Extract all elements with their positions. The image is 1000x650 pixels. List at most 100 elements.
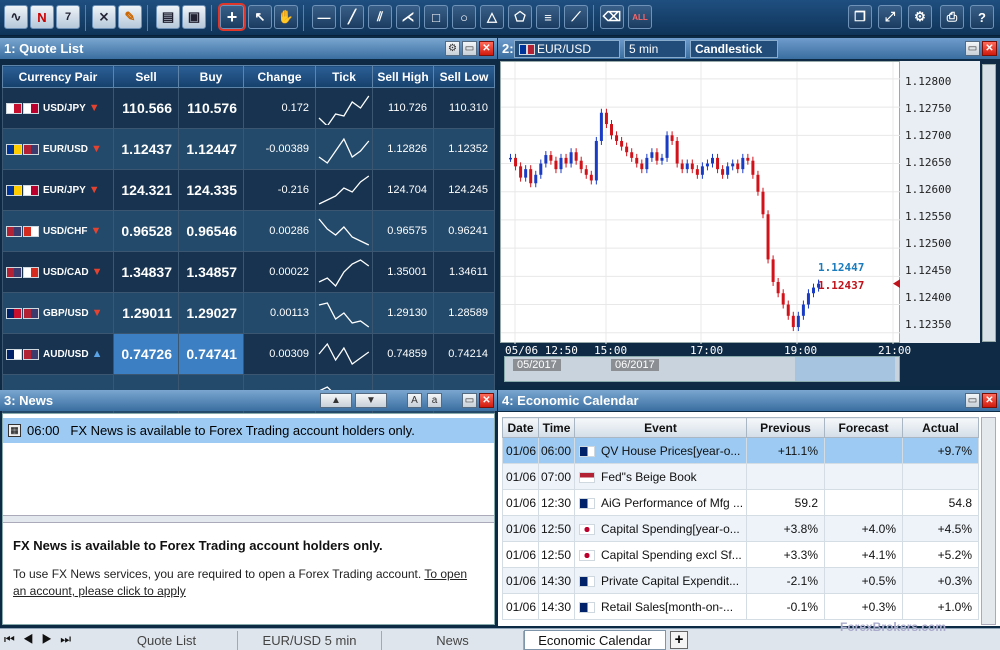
- erase-all-icon[interactable]: ALL: [628, 5, 652, 29]
- bottom-tab[interactable]: EUR/USD 5 min: [238, 631, 382, 650]
- calendar-col-header[interactable]: Actual: [902, 417, 979, 438]
- font-increase-icon[interactable]: A: [407, 393, 422, 408]
- calendar-col-header[interactable]: Forecast: [824, 417, 903, 438]
- calendar-row[interactable]: 01/06 14:30 Retail Sales[month-on-... -0.1%…: [502, 593, 979, 620]
- quote-row[interactable]: EUR/USD ▼ 1.12437 1.12447 -0.00389 1.12826 1.1…: [2, 128, 495, 170]
- calendar-row[interactable]: 01/06 12:50 Capital Spending excl Sf... +3.…: [502, 541, 979, 568]
- calendar-scrollbar[interactable]: [981, 417, 996, 625]
- fib-icon[interactable]: ⋌: [396, 5, 420, 29]
- channel-icon[interactable]: ⫽: [368, 5, 392, 29]
- calendar-col-header[interactable]: Previous: [746, 417, 825, 438]
- bottom-tab[interactable]: News: [382, 631, 524, 650]
- buy-price[interactable]: 0.96546: [178, 210, 244, 252]
- eraser-icon[interactable]: ⌫: [600, 5, 624, 29]
- sell-price[interactable]: 110.566: [113, 87, 179, 129]
- quote-col-header[interactable]: Sell: [113, 65, 179, 88]
- panel-close-icon[interactable]: ✕: [479, 41, 494, 56]
- bottom-tab[interactable]: Quote List: [96, 631, 238, 650]
- calendar-maximize-icon[interactable]: ▭: [965, 393, 980, 408]
- calendar-col-header[interactable]: Date: [502, 417, 539, 438]
- page-nav-icons[interactable]: ⏮◀▶⏭: [4, 632, 79, 647]
- horizontal-line-icon[interactable]: —: [312, 5, 336, 29]
- chart-scrollbar[interactable]: [982, 64, 996, 342]
- indicator-icon[interactable]: ⨯: [92, 5, 116, 29]
- calendar-col-header[interactable]: Time: [538, 417, 575, 438]
- buy-price[interactable]: 1.29027: [178, 292, 244, 334]
- rectangle-icon[interactable]: □: [424, 5, 448, 29]
- sell-price[interactable]: 0.74726: [113, 333, 179, 375]
- interval-select[interactable]: 5 min: [624, 40, 686, 58]
- trading-app: ∿ N 7 ⨯ ✎ ▤ ▣ + ↖ ✋ — ╱ ⫽ ⋌ □ ○ △ ⬠ ≡ ⟋ …: [0, 0, 1000, 650]
- quote-row[interactable]: AUD/USD ▲ 0.74726 0.74741 0.00309 0.74859 0.74…: [2, 333, 495, 375]
- quote-col-header[interactable]: Tick: [315, 65, 373, 88]
- news-splitter[interactable]: [3, 515, 494, 523]
- chart-plot-area[interactable]: [500, 61, 901, 344]
- sell-price[interactable]: 124.321: [113, 169, 179, 211]
- quote-col-header[interactable]: Sell High: [372, 65, 434, 88]
- news-up-icon[interactable]: ▲: [320, 393, 352, 408]
- calendar-row[interactable]: 01/06 14:30 Private Capital Expendit... -2.…: [502, 567, 979, 594]
- quote-row[interactable]: USD/CAD ▼ 1.34837 1.34857 0.00022 1.35001 1.34…: [2, 251, 495, 293]
- sell-price[interactable]: 1.34837: [113, 251, 179, 293]
- hand-icon[interactable]: ✋: [274, 5, 298, 29]
- chart-maximize-icon[interactable]: ▭: [965, 41, 980, 56]
- properties-icon[interactable]: ▤: [156, 5, 180, 29]
- print-icon[interactable]: ⎙: [940, 5, 964, 29]
- news-maximize-icon[interactable]: ▭: [462, 393, 477, 408]
- chart-close-icon[interactable]: ✕: [982, 41, 997, 56]
- quote-row[interactable]: USD/JPY ▼ 110.566 110.576 0.172 110.726 110.31…: [2, 87, 495, 129]
- help-icon[interactable]: ?: [970, 5, 994, 29]
- buy-price[interactable]: 0.74741: [178, 333, 244, 375]
- quote-col-header[interactable]: Change: [243, 65, 316, 88]
- pointer-icon[interactable]: ↖: [248, 5, 272, 29]
- quote-row[interactable]: GBP/USD ▼ 1.29011 1.29027 0.00113 1.29130 1.28…: [2, 292, 495, 334]
- news-close-icon[interactable]: ✕: [479, 393, 494, 408]
- panel-maximize-icon[interactable]: ▭: [462, 41, 477, 56]
- crosshair-icon[interactable]: +: [218, 3, 246, 31]
- bottom-tab[interactable]: Economic Calendar: [524, 630, 666, 650]
- triangle-icon[interactable]: △: [480, 5, 504, 29]
- news-down-icon[interactable]: ▼: [355, 393, 387, 408]
- chart-style-select[interactable]: Candlestick: [690, 40, 778, 58]
- calendar-icon[interactable]: 7: [56, 5, 80, 29]
- buy-price[interactable]: 124.335: [178, 169, 244, 211]
- calendar-row[interactable]: 01/06 12:50 Capital Spending[year-o... +3.8…: [502, 515, 979, 542]
- pencil-icon[interactable]: ✎: [118, 5, 142, 29]
- save-icon[interactable]: ▣: [182, 5, 206, 29]
- fib-retracement-icon[interactable]: ≡: [536, 5, 560, 29]
- calendar-row[interactable]: 01/06 06:00 QV House Prices[year-o... +11.1…: [502, 437, 979, 464]
- circle-icon[interactable]: ○: [452, 5, 476, 29]
- buy-price[interactable]: 110.576: [178, 87, 244, 129]
- panel-settings-icon[interactable]: ⚙: [445, 41, 460, 56]
- quote-col-header[interactable]: Sell Low: [433, 65, 495, 88]
- pentagon-icon[interactable]: ⬠: [508, 5, 532, 29]
- calendar-close-icon[interactable]: ✕: [982, 393, 997, 408]
- font-decrease-icon[interactable]: a: [427, 393, 442, 408]
- add-tab-icon[interactable]: +: [670, 631, 688, 649]
- news-item[interactable]: ▦ 06:00 FX News is available to Forex Tr…: [3, 418, 494, 443]
- calendar-col-header[interactable]: Event: [574, 417, 747, 438]
- fan-icon[interactable]: ⟋: [564, 5, 588, 29]
- quote-row[interactable]: EUR/JPY ▼ 124.321 124.335 -0.216 124.704 124.2…: [2, 169, 495, 211]
- symbol-select[interactable]: EUR/USD: [514, 40, 620, 58]
- quote-col-header[interactable]: Buy: [178, 65, 244, 88]
- expand-icon[interactable]: ⤢: [878, 5, 902, 29]
- gear-icon[interactable]: ⚙: [908, 5, 932, 29]
- sell-price[interactable]: 1.12437: [113, 128, 179, 170]
- windows-icon[interactable]: ❐: [848, 5, 872, 29]
- nav-window[interactable]: [795, 357, 895, 381]
- candle: [781, 293, 785, 305]
- buy-price[interactable]: 1.34857: [178, 251, 244, 293]
- sell-price[interactable]: 0.96528: [113, 210, 179, 252]
- sell-price[interactable]: 1.29011: [113, 292, 179, 334]
- quote-row[interactable]: USD/CHF ▼ 0.96528 0.96546 0.00286 0.96575 0.96…: [2, 210, 495, 252]
- news-icon[interactable]: N: [30, 5, 54, 29]
- calendar-row[interactable]: 01/06 07:00 Fed"s Beige Book: [502, 463, 979, 490]
- previous-value: [746, 463, 825, 490]
- calendar-row[interactable]: 01/06 12:30 AiG Performance of Mfg ... 59.2…: [502, 489, 979, 516]
- buy-price[interactable]: 1.12447: [178, 128, 244, 170]
- quote-col-header[interactable]: Currency Pair: [2, 65, 114, 88]
- chart-icon[interactable]: ∿: [4, 5, 28, 29]
- date-navigator[interactable]: 05/2017 06/2017: [504, 356, 900, 382]
- trend-line-icon[interactable]: ╱: [340, 5, 364, 29]
